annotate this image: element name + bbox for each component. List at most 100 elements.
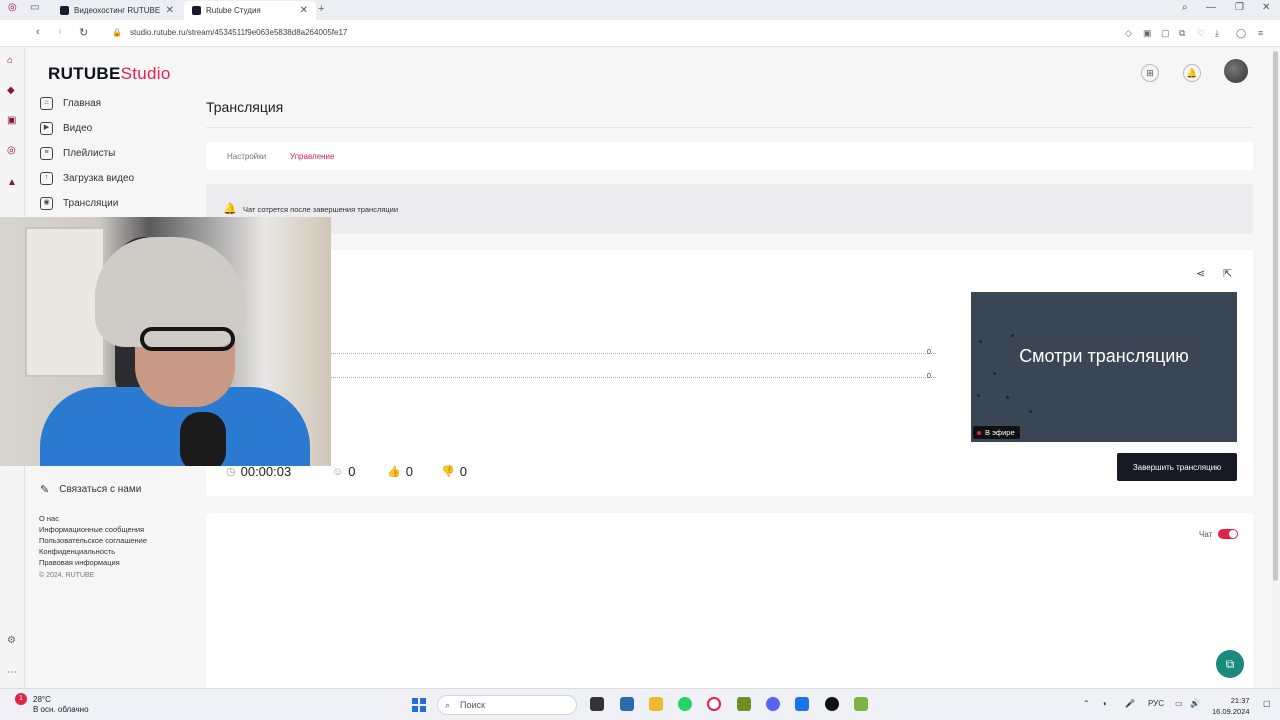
chat-notice: 🔔 Чат сотрется после завершения трансляц… — [206, 184, 1253, 234]
system-clock[interactable]: 21:37 16.09.2024 — [1212, 695, 1250, 717]
opera-menu-icon[interactable]: ◎ — [8, 2, 17, 13]
browser-app-icon[interactable] — [795, 697, 809, 711]
download-icon[interactable]: ⤓ — [1215, 28, 1219, 39]
search-tabs-icon[interactable]: ⌕ — [1182, 2, 1188, 13]
logo-studio-text: Studio — [120, 64, 171, 83]
open-external-icon[interactable]: ⇱ — [1223, 267, 1232, 280]
minecraft-icon[interactable] — [737, 697, 751, 711]
preview-text: Смотри трансляцию — [1019, 346, 1189, 366]
display-icon[interactable]: ▭ — [1175, 699, 1183, 708]
stream-icon: ◉ — [40, 197, 53, 210]
close-tab-icon[interactable]: ✕ — [300, 5, 308, 16]
viewers-chart-line — [316, 353, 936, 354]
messenger-icon[interactable]: ▣ — [7, 115, 16, 126]
dislikes-count: 👎 0 — [441, 464, 467, 479]
support-chat-icon[interactable]: ⧉ — [1216, 650, 1244, 678]
new-tab-icon[interactable]: + — [318, 3, 324, 15]
clock-date: 16.09.2024 — [1212, 707, 1250, 716]
browser-tab-studio[interactable]: Rutube Студия ✕ — [184, 1, 316, 20]
share-icon[interactable]: ⋖ — [1196, 267, 1205, 280]
footer-link-legal[interactable]: Правовая информация — [39, 558, 120, 567]
menu-icon[interactable]: ≡ — [1258, 28, 1263, 38]
browser-tab-rutube-home[interactable]: Видеохостинг RUTUBE. Смотр... ✕ — [52, 1, 182, 20]
thumbs-down-icon: 👎 — [441, 466, 455, 478]
footer-link-info[interactable]: Информационные сообщения — [39, 525, 144, 534]
chat-toggle[interactable] — [1218, 529, 1238, 539]
contact-us-link[interactable]: ✎ Связаться с нами — [40, 483, 141, 496]
file-explorer-icon[interactable] — [649, 697, 663, 711]
footer-link-privacy[interactable]: Конфиденциальность — [39, 547, 115, 556]
more-icon[interactable]: ⋯ — [7, 667, 17, 678]
camera-icon[interactable]: ▣ — [1143, 28, 1152, 39]
footer-link-terms[interactable]: Пользовательское соглашение — [39, 536, 147, 545]
notifications-icon[interactable]: ▢ — [1263, 699, 1271, 708]
home-icon[interactable]: ⌂ — [7, 55, 13, 66]
duration-value: 00:00:03 — [240, 464, 292, 479]
opera-icon[interactable] — [707, 697, 721, 711]
divider — [206, 127, 1253, 128]
lock-icon[interactable]: 🔒 — [112, 28, 122, 37]
profile-icon[interactable]: ◯ — [1236, 28, 1246, 39]
sidebar-item-playlists[interactable]: ≡ Плейлисты — [40, 147, 115, 160]
home-icon: ⌂ — [40, 97, 53, 110]
reload-icon[interactable]: ↻ — [79, 26, 88, 39]
page-scrollbar[interactable] — [1270, 47, 1280, 688]
sidebar-item-videos[interactable]: ▶ Видео — [40, 122, 92, 135]
avatar[interactable] — [1224, 59, 1248, 83]
upload-video-icon: ↑ — [40, 172, 53, 185]
back-icon[interactable]: ‹ — [36, 26, 40, 38]
playlist-icon: ≡ — [40, 147, 53, 160]
stream-preview[interactable]: Смотри трансляцию В эфире — [971, 292, 1237, 442]
scrollbar-thumb[interactable] — [1273, 51, 1278, 581]
tab-management[interactable]: Управление — [290, 152, 334, 161]
sidebar-item-label: Видео — [63, 123, 93, 134]
calculator-icon[interactable] — [620, 697, 634, 711]
minimize-icon[interactable]: — — [1206, 2, 1216, 13]
ai-icon[interactable]: ◆ — [7, 85, 15, 96]
extensions-icon[interactable]: ⧉ — [1179, 28, 1185, 39]
alert-bell-icon: 🔔 — [223, 203, 237, 215]
tray-app-icon[interactable]: ◐ — [1103, 699, 1108, 708]
windows-taskbar: 1 28°C В осн. облачно ⌕ Поиск ⌃ ◐ 🎤 РУС … — [0, 688, 1280, 720]
browser-tab-bar: Видеохостинг RUTUBE. Смотр... ✕ Rutube С… — [0, 0, 1280, 20]
weather-widget[interactable]: 28°C В осн. облачно — [33, 695, 89, 715]
upload-icon[interactable]: ⊞ — [1141, 64, 1159, 82]
cashback-icon[interactable]: ◇ — [1125, 28, 1132, 39]
weather-temp: 28°C — [33, 695, 51, 704]
instagram-icon[interactable]: ◎ — [7, 145, 16, 156]
tab-list-icon[interactable]: ▭ — [30, 2, 39, 13]
tab-settings[interactable]: Настройки — [227, 152, 266, 161]
tray-chevron-icon[interactable]: ⌃ — [1083, 699, 1090, 708]
windows-start-icon[interactable] — [412, 698, 426, 712]
bookmarks-icon[interactable]: ⚙ — [7, 635, 16, 646]
sidebar-item-streams[interactable]: ◉ Трансляции — [40, 197, 118, 210]
obs-icon[interactable] — [825, 697, 839, 711]
close-tab-icon[interactable]: ✕ — [166, 5, 174, 16]
viewers-chart-line — [316, 377, 936, 378]
sidebar-item-home[interactable]: ⌂ Главная — [40, 97, 101, 110]
heart-icon[interactable]: ♡ — [1197, 28, 1205, 39]
sidebar-item-upload[interactable]: ↑ Загрузка видео — [40, 172, 134, 185]
close-window-icon[interactable]: ✕ — [1262, 2, 1270, 13]
language-indicator[interactable]: РУС — [1148, 699, 1164, 708]
maximize-icon[interactable]: ❐ — [1235, 2, 1244, 13]
music-icon[interactable]: ▲ — [7, 177, 17, 188]
url-field[interactable]: studio.rutube.ru/stream/4534511f9e063e58… — [130, 28, 347, 37]
footer-link-about[interactable]: О нас — [39, 514, 59, 523]
end-stream-button[interactable]: Завершить трансляцию — [1117, 453, 1237, 481]
likes-count: 👍 0 — [387, 464, 413, 479]
microphone-icon[interactable]: 🎤 — [1125, 699, 1135, 708]
task-view-icon[interactable] — [590, 697, 604, 711]
taskbar-search[interactable]: ⌕ Поиск — [437, 695, 577, 715]
discord-icon[interactable] — [766, 697, 780, 711]
volume-icon[interactable]: 🔊 — [1190, 699, 1200, 708]
rutube-studio-logo[interactable]: RUTUBEStudio — [48, 64, 171, 84]
page-tabs: Настройки Управление — [206, 142, 1253, 170]
viewers-count: ☺ 0 — [332, 464, 355, 479]
forward-icon[interactable]: › — [58, 26, 62, 38]
tab-title: Rutube Студия — [206, 6, 261, 15]
snapshot-icon[interactable]: ▢ — [1161, 28, 1170, 39]
minecraft-launcher-icon[interactable] — [854, 697, 868, 711]
notification-bell-icon[interactable]: 🔔 — [1183, 64, 1201, 82]
whatsapp-icon[interactable] — [678, 697, 692, 711]
